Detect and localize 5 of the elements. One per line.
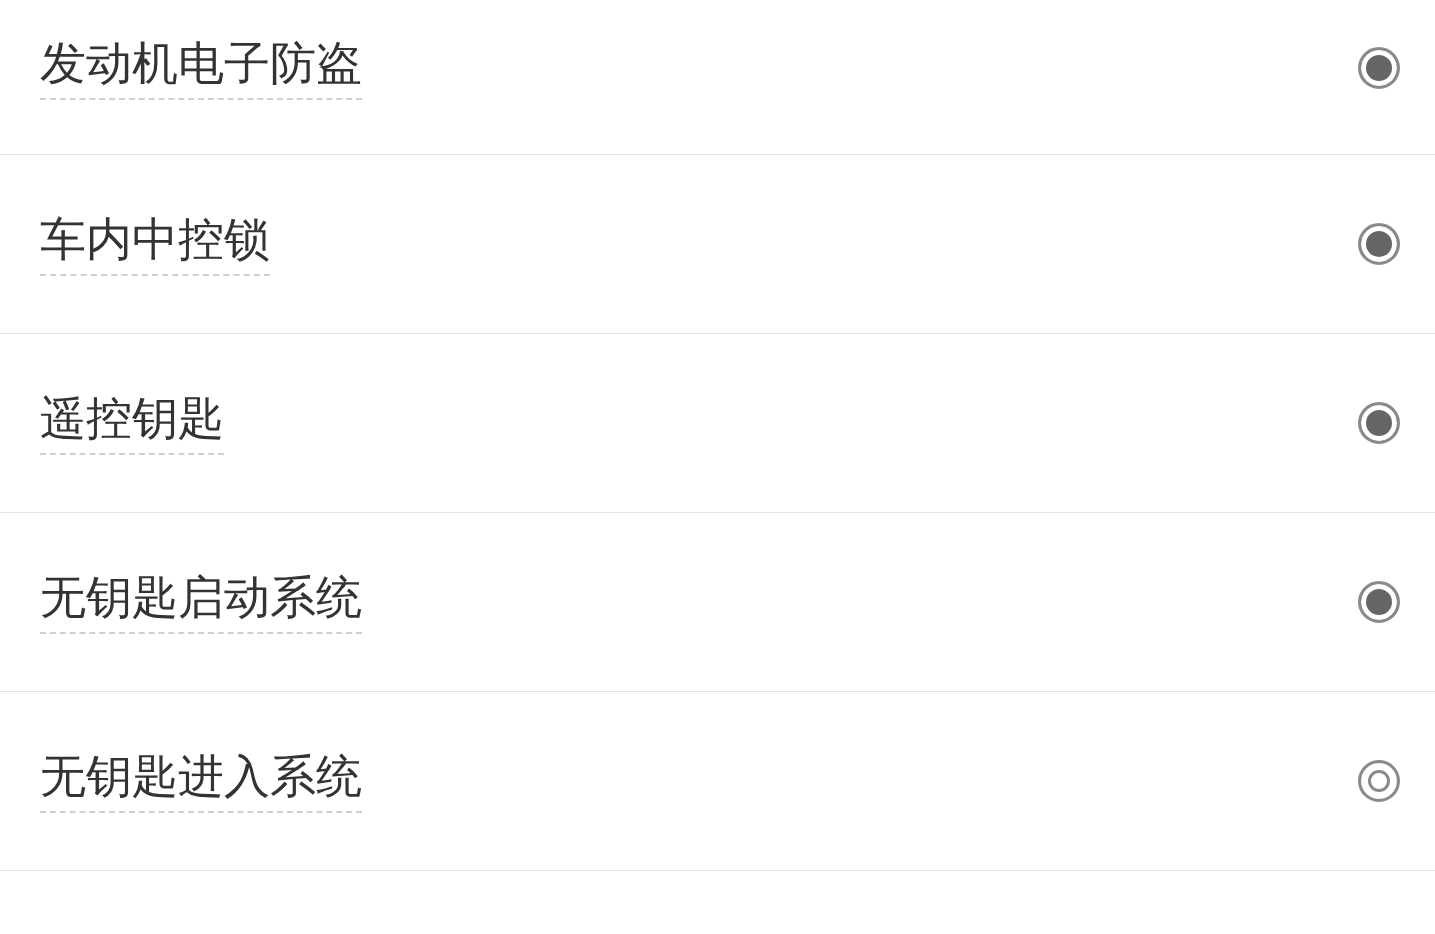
feature-label: 遥控钥匙 [40,391,224,455]
feature-label: 车内中控锁 [40,212,270,276]
feature-label: 无钥匙启动系统 [40,570,362,634]
feature-label: 发动机电子防盗 [40,36,362,100]
feature-label: 无钥匙进入系统 [40,749,362,813]
